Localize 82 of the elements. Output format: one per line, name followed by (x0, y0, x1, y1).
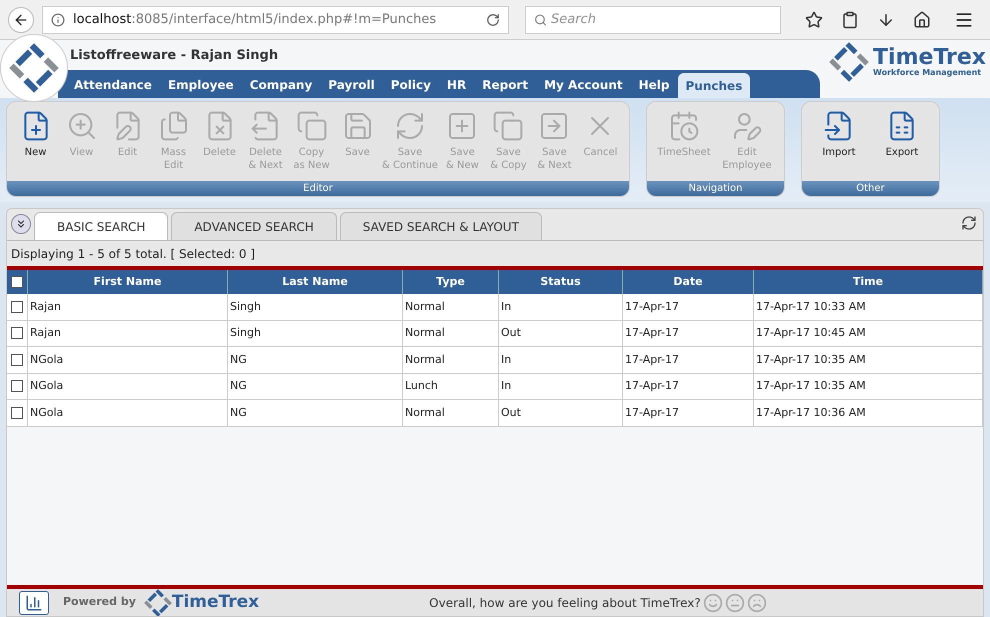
group-title: Other (802, 181, 939, 196)
search-icon (534, 12, 547, 26)
table-cell: In (499, 294, 623, 320)
brand-logo-icon (829, 42, 870, 82)
powered-by-text: Powered by (63, 594, 136, 610)
row-checkbox[interactable] (11, 327, 23, 340)
table-cell: 17-Apr-17 10:36 AM (754, 400, 983, 426)
table-cell: 17-Apr-17 (623, 347, 754, 372)
row-checkbox[interactable] (11, 300, 23, 313)
logo-icon (9, 43, 59, 93)
nav-tab[interactable]: Punches (678, 73, 750, 98)
star-icon[interactable] (805, 10, 823, 28)
search-tab[interactable]: BASIC SEARCH (34, 212, 168, 240)
table-cell: 17-Apr-17 10:35 AM (754, 347, 983, 372)
table-cell: Singh (228, 294, 403, 320)
search-tab[interactable]: ADVANCED SEARCH (171, 212, 337, 240)
select-all-checkbox[interactable] (11, 276, 23, 288)
copy-icon (492, 110, 524, 142)
info-icon (51, 12, 65, 26)
nav-tab[interactable]: Attendance (66, 72, 160, 98)
stats-button[interactable] (19, 590, 49, 614)
group-title: Editor (7, 181, 629, 196)
table-cell: 17-Apr-17 (623, 400, 754, 426)
search-input[interactable]: Search (551, 10, 772, 30)
feedback-question: Overall, how are you feeling about TimeTrex? (429, 594, 701, 612)
table-cell: Lunch (403, 374, 499, 399)
nav-tab[interactable]: Help (630, 72, 678, 98)
table-cell: Normal (403, 320, 499, 346)
brand-tagline: Workforce Management (873, 69, 982, 77)
table-cell: NG (228, 374, 403, 399)
user-title: Listoffreeware - Rajan Singh (70, 47, 278, 65)
collapse-button[interactable] (11, 214, 31, 234)
table-cell: NGola (28, 374, 228, 399)
nav-tab[interactable]: My Account (536, 72, 631, 98)
search-tab[interactable]: SAVED SEARCH & LAYOUT (340, 212, 542, 240)
footer-brand: TimeTrex (172, 590, 260, 614)
table-cell: Normal (403, 347, 499, 372)
nav-tab[interactable]: Company (242, 72, 320, 98)
refresh-icon[interactable] (961, 215, 977, 231)
table-cell: Normal (403, 400, 499, 426)
brand-name: TimeTrex (873, 47, 986, 69)
table-cell: 17-Apr-17 10:45 AM (754, 320, 983, 346)
url-text: localhost:8085/interface/html5/index.php#!m=Punches (73, 10, 438, 29)
nav-tab[interactable]: Policy (382, 72, 439, 98)
copy-icon (296, 110, 328, 142)
table-cell: Rajan (28, 294, 228, 320)
row-checkbox[interactable] (11, 354, 23, 366)
table-cell: Rajan (28, 320, 228, 346)
reload-icon[interactable] (486, 12, 500, 26)
group-title: Navigation (646, 181, 784, 196)
search-field[interactable]: Search (525, 6, 781, 34)
table-cell: In (499, 374, 623, 399)
address-field[interactable]: localhost:8085/interface/html5/index.php#!m=Punches (42, 6, 509, 34)
table-cell: NG (228, 400, 403, 426)
table-cell: 17-Apr-17 (623, 320, 754, 346)
table-cell: 17-Apr-17 10:33 AM (754, 294, 983, 320)
nav-tab[interactable]: Payroll (320, 72, 383, 98)
table-cell: NGola (28, 347, 228, 372)
clipboard-icon[interactable] (841, 10, 859, 28)
table-cell: NG (228, 347, 403, 372)
toolbar-button[interactable]: Export (870, 110, 933, 181)
nav-tab[interactable]: HR (438, 72, 474, 98)
table-cell: In (499, 347, 623, 372)
table-cell: 17-Apr-17 10:35 AM (754, 374, 983, 399)
nav-tab[interactable]: Report (474, 72, 536, 98)
table-cell: 17-Apr-17 (623, 374, 754, 399)
home-icon[interactable] (913, 10, 931, 28)
row-checkbox[interactable] (11, 406, 23, 419)
double-chevron-icon (15, 218, 27, 230)
toolbar-button[interactable]: New (13, 110, 58, 181)
table-cell: Out (499, 400, 623, 426)
back-button[interactable] (8, 6, 34, 32)
table-cell: Normal (403, 294, 499, 320)
table-cell: 17-Apr-17 (623, 294, 754, 320)
footer-logo-icon (144, 588, 172, 616)
row-checkbox[interactable] (11, 380, 23, 392)
toolbar-button[interactable]: Import (808, 110, 870, 181)
bar-chart-icon (25, 594, 43, 612)
nav-tab[interactable]: Employee (160, 72, 242, 98)
table-cell: Out (499, 320, 623, 346)
table-cell: Singh (228, 320, 403, 346)
table-cell: NGola (28, 400, 228, 426)
